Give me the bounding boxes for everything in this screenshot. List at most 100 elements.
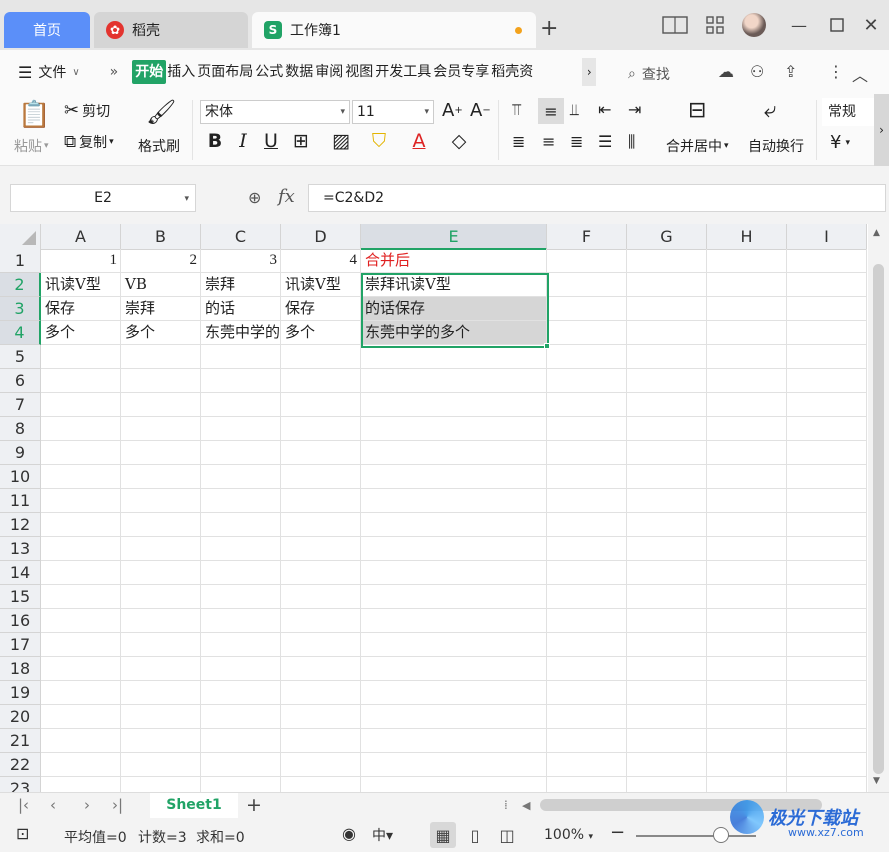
cell-g3[interactable] xyxy=(627,297,707,321)
cell-c1[interactable]: 3 xyxy=(201,249,281,273)
cell-b11[interactable] xyxy=(121,489,201,513)
wrap-text-button[interactable]: 自动换行 xyxy=(748,136,804,156)
new-tab-button[interactable]: + xyxy=(540,16,558,41)
insert-function-button[interactable]: fx xyxy=(278,186,295,207)
cell-h3[interactable] xyxy=(707,297,787,321)
tab-daoke-resources[interactable]: 稻壳资 xyxy=(490,60,534,84)
cell-g20[interactable] xyxy=(627,705,707,729)
cell-e22[interactable] xyxy=(361,753,547,777)
zoom-out-icon[interactable]: − xyxy=(610,822,625,843)
cell-d21[interactable] xyxy=(281,729,361,753)
cell-c4[interactable]: 东莞中学的 xyxy=(201,321,281,345)
row-header-8[interactable]: 8 xyxy=(0,417,41,441)
normal-view-icon[interactable]: ▦ xyxy=(430,822,456,848)
cell-a14[interactable] xyxy=(41,561,121,585)
cell-g16[interactable] xyxy=(627,609,707,633)
cell-h18[interactable] xyxy=(707,657,787,681)
cell-f23[interactable] xyxy=(547,777,627,792)
ribbon-scroll-right-icon[interactable]: › xyxy=(874,94,889,166)
maximize-icon[interactable] xyxy=(824,12,850,38)
cell-b22[interactable] xyxy=(121,753,201,777)
cell-c15[interactable] xyxy=(201,585,281,609)
cell-c20[interactable] xyxy=(201,705,281,729)
row-header-20[interactable]: 20 xyxy=(0,705,41,729)
cell-i2[interactable] xyxy=(787,273,867,297)
cell-d18[interactable] xyxy=(281,657,361,681)
row-header-17[interactable]: 17 xyxy=(0,633,41,657)
cell-e20[interactable] xyxy=(361,705,547,729)
cell-a9[interactable] xyxy=(41,441,121,465)
cell-b9[interactable] xyxy=(121,441,201,465)
cell-g9[interactable] xyxy=(627,441,707,465)
user-avatar[interactable] xyxy=(742,13,766,37)
cell-a12[interactable] xyxy=(41,513,121,537)
cell-a1[interactable]: 1 xyxy=(41,249,121,273)
cell-d7[interactable] xyxy=(281,393,361,417)
cell-h9[interactable] xyxy=(707,441,787,465)
cell-i8[interactable] xyxy=(787,417,867,441)
cell-b18[interactable] xyxy=(121,657,201,681)
cell-f7[interactable] xyxy=(547,393,627,417)
tab-formulas[interactable]: 公式 xyxy=(254,60,284,84)
cell-d14[interactable] xyxy=(281,561,361,585)
cell-d17[interactable] xyxy=(281,633,361,657)
cell-i22[interactable] xyxy=(787,753,867,777)
copy-button[interactable]: ⧉ 复制 ▾ xyxy=(64,132,114,152)
row-header-12[interactable]: 12 xyxy=(0,513,41,537)
cell-e23[interactable] xyxy=(361,777,547,792)
column-header-b[interactable]: B xyxy=(121,224,201,250)
cell-d8[interactable] xyxy=(281,417,361,441)
cell-b2[interactable]: VB xyxy=(121,273,201,297)
cell-f2[interactable] xyxy=(547,273,627,297)
cell-a3[interactable]: 保存 xyxy=(41,297,121,321)
cell-i12[interactable] xyxy=(787,513,867,537)
cell-h23[interactable] xyxy=(707,777,787,792)
row-header-15[interactable]: 15 xyxy=(0,585,41,609)
cell-f19[interactable] xyxy=(547,681,627,705)
cell-g14[interactable] xyxy=(627,561,707,585)
number-format-select[interactable]: 常规 xyxy=(822,98,874,126)
cell-b7[interactable] xyxy=(121,393,201,417)
cell-e5[interactable] xyxy=(361,345,547,369)
cell-a17[interactable] xyxy=(41,633,121,657)
tab-insert[interactable]: 插入 xyxy=(166,60,196,84)
cell-d9[interactable] xyxy=(281,441,361,465)
cell-h10[interactable] xyxy=(707,465,787,489)
cell-c22[interactable] xyxy=(201,753,281,777)
cell-g23[interactable] xyxy=(627,777,707,792)
cell-i21[interactable] xyxy=(787,729,867,753)
cell-i19[interactable] xyxy=(787,681,867,705)
italic-icon[interactable]: I xyxy=(232,130,254,152)
cell-d5[interactable] xyxy=(281,345,361,369)
tab-data[interactable]: 数据 xyxy=(284,60,314,84)
vertical-scrollbar[interactable]: ▲ ▼ xyxy=(868,224,889,792)
cell-b15[interactable] xyxy=(121,585,201,609)
cell-f5[interactable] xyxy=(547,345,627,369)
cell-i16[interactable] xyxy=(787,609,867,633)
wrap-text-icon[interactable]: ⤶ xyxy=(764,98,776,123)
merge-cells-icon[interactable]: ⊟ xyxy=(688,98,706,123)
cell-e6[interactable] xyxy=(361,369,547,393)
cell-d10[interactable] xyxy=(281,465,361,489)
cell-e19[interactable] xyxy=(361,681,547,705)
cell-g18[interactable] xyxy=(627,657,707,681)
sheet-tab-sheet1[interactable]: Sheet1 xyxy=(150,793,238,819)
cell-a20[interactable] xyxy=(41,705,121,729)
cell-a8[interactable] xyxy=(41,417,121,441)
cell-g21[interactable] xyxy=(627,729,707,753)
cell-i14[interactable] xyxy=(787,561,867,585)
cell-a16[interactable] xyxy=(41,609,121,633)
cell-a21[interactable] xyxy=(41,729,121,753)
cell-i9[interactable] xyxy=(787,441,867,465)
cell-f21[interactable] xyxy=(547,729,627,753)
scroll-left-icon[interactable]: ◀ xyxy=(522,799,530,812)
row-header-21[interactable]: 21 xyxy=(0,729,41,753)
cell-e21[interactable] xyxy=(361,729,547,753)
increase-font-icon[interactable]: A + xyxy=(442,100,463,121)
cell-a11[interactable] xyxy=(41,489,121,513)
cell-c18[interactable] xyxy=(201,657,281,681)
add-user-icon[interactable]: ⚇ xyxy=(750,62,764,81)
cell-b12[interactable] xyxy=(121,513,201,537)
font-size-select[interactable]: 11 ▾ xyxy=(352,100,434,124)
cell-g1[interactable] xyxy=(627,249,707,273)
